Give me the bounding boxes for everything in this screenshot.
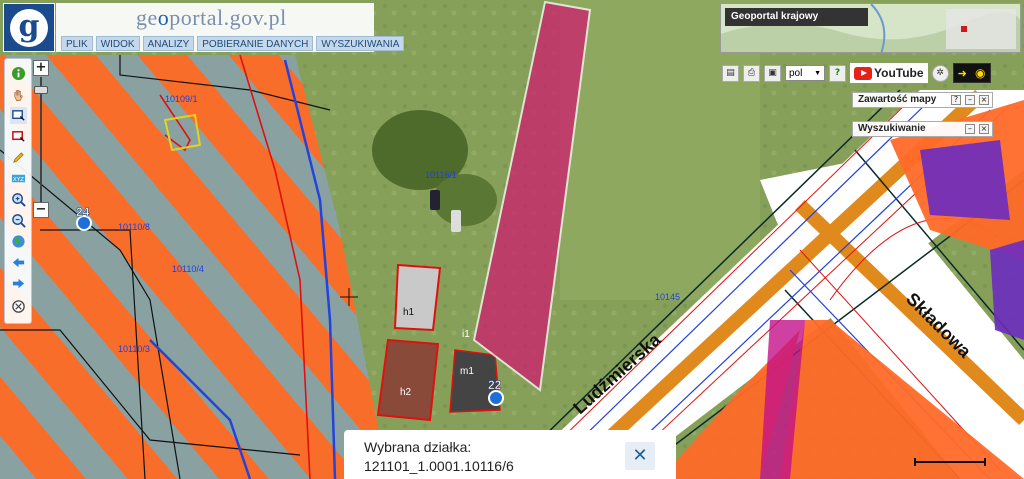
menu-widok[interactable]: WIDOK bbox=[95, 36, 140, 51]
building-label: h1 bbox=[403, 307, 415, 318]
close-icon[interactable]: ✕ bbox=[625, 442, 655, 470]
building-label: i1 bbox=[462, 329, 470, 340]
svg-text:XYZ: XYZ bbox=[13, 177, 24, 183]
svg-text:22: 22 bbox=[488, 378, 502, 392]
svg-text:24: 24 bbox=[76, 205, 90, 219]
select-rectangle-icon[interactable] bbox=[10, 107, 27, 124]
close-icon[interactable]: × bbox=[979, 95, 989, 105]
legend-icon[interactable]: ▤ bbox=[722, 64, 739, 82]
menu-analizy[interactable]: ANALIZY bbox=[142, 36, 195, 51]
language-select[interactable]: pol ▼ bbox=[785, 65, 825, 81]
selected-parcel-label: Wybrana działka: bbox=[364, 439, 472, 455]
forward-arrow-icon[interactable] bbox=[10, 275, 27, 292]
pan-hand-icon[interactable] bbox=[10, 87, 27, 104]
point-marker-24[interactable]: 24 bbox=[76, 205, 92, 231]
select-area-icon[interactable] bbox=[10, 128, 27, 145]
parcel-label: 10110/8 bbox=[118, 222, 150, 232]
zoom-slider-track[interactable] bbox=[40, 77, 42, 202]
main-menu: PLIK WIDOK ANALIZY POBIERANIE DANYCH WYS… bbox=[61, 36, 405, 51]
menu-pobieranie-danych[interactable]: POBIERANIE DANYCH bbox=[197, 36, 314, 51]
help-icon[interactable]: ? bbox=[951, 95, 961, 105]
minimize-icon[interactable]: – bbox=[965, 95, 975, 105]
selected-parcel-id: 121101_1.0001.10116/6 bbox=[364, 458, 514, 474]
building-label: h2 bbox=[400, 387, 412, 398]
reset-view-icon[interactable] bbox=[10, 298, 27, 315]
point-marker-22[interactable]: 22 bbox=[488, 378, 504, 406]
info-icon[interactable] bbox=[10, 65, 27, 82]
youtube-label: YouTube bbox=[874, 66, 924, 80]
back-arrow-icon[interactable] bbox=[10, 254, 27, 271]
parcel-label: 10116/1 bbox=[425, 170, 457, 180]
settings-wheel-icon[interactable]: ✲ bbox=[931, 64, 949, 82]
minimize-icon[interactable]: – bbox=[965, 124, 975, 134]
secondary-toolbar: ▤ ⎙ ▣ pol ▼ ? YouTube ✲ ➜ ◉ bbox=[722, 62, 991, 84]
parcel-label: 10109/1 bbox=[165, 94, 198, 104]
zoom-out-icon[interactable] bbox=[10, 212, 27, 229]
pencil-icon[interactable] bbox=[10, 149, 27, 166]
close-icon[interactable]: × bbox=[979, 124, 989, 134]
chevron-down-icon: ▼ bbox=[814, 69, 821, 77]
xyz-coordinates-icon[interactable]: XYZ bbox=[10, 170, 27, 187]
overview-map-title: Geoportal krajowy bbox=[725, 8, 868, 26]
zoom-out-button[interactable]: − bbox=[33, 202, 49, 218]
youtube-button[interactable]: YouTube bbox=[850, 63, 928, 83]
panel-search[interactable]: Wyszukiwanie – × bbox=[852, 121, 993, 137]
panel-map-contents[interactable]: Zawartość mapy ? – × bbox=[852, 92, 993, 108]
building-label: m1 bbox=[460, 366, 474, 377]
help-icon[interactable]: ? bbox=[829, 64, 846, 82]
panel-title: Wyszukiwanie bbox=[858, 123, 926, 134]
building-h1 bbox=[393, 263, 442, 332]
zoom-in-button[interactable]: + bbox=[33, 60, 49, 76]
parcel-label: 10145 bbox=[655, 292, 680, 302]
youtube-play-icon bbox=[854, 66, 872, 80]
selected-parcel-popup: Wybrana działka: 121101_1.0001.10116/6 ✕ bbox=[344, 430, 676, 479]
zoning-area-purple bbox=[920, 140, 1010, 220]
zoom-slider-handle[interactable] bbox=[34, 86, 48, 94]
overview-map[interactable]: Geoportal krajowy bbox=[720, 3, 1021, 53]
geoportal-logo[interactable]: g bbox=[3, 3, 55, 52]
parcel-label: 10110/4 bbox=[172, 264, 204, 274]
zoom-in-icon[interactable] bbox=[10, 191, 27, 208]
map-toolbar: XYZ bbox=[4, 58, 32, 324]
save-icon[interactable]: ▣ bbox=[764, 64, 781, 82]
globe-icon[interactable] bbox=[10, 233, 27, 250]
parcel-label: 10110/3 bbox=[118, 344, 150, 354]
zoom-slider[interactable]: + − bbox=[33, 58, 53, 218]
parked-car bbox=[451, 210, 461, 232]
arrow-right-icon: ➜ bbox=[957, 67, 967, 80]
zoning-area-purple bbox=[990, 240, 1024, 340]
menu-wyszukiwania[interactable]: WYSZUKIWANIA bbox=[316, 36, 405, 51]
menu-plik[interactable]: PLIK bbox=[61, 36, 93, 51]
site-brand: geoportal.gov.pl bbox=[136, 5, 287, 30]
building-h2 bbox=[376, 338, 440, 422]
logo-letter: g bbox=[10, 8, 48, 47]
visibility-toggle[interactable]: ➜ ◉ bbox=[952, 63, 991, 83]
panel-title: Zawartość mapy bbox=[858, 94, 937, 105]
parked-car bbox=[430, 190, 440, 210]
header-bar: geoportal.gov.pl PLIK WIDOK ANALIZY POBI… bbox=[56, 3, 405, 52]
tree-cluster bbox=[433, 174, 497, 226]
eye-icon: ◉ bbox=[974, 66, 986, 80]
print-icon[interactable]: ⎙ bbox=[743, 64, 760, 82]
